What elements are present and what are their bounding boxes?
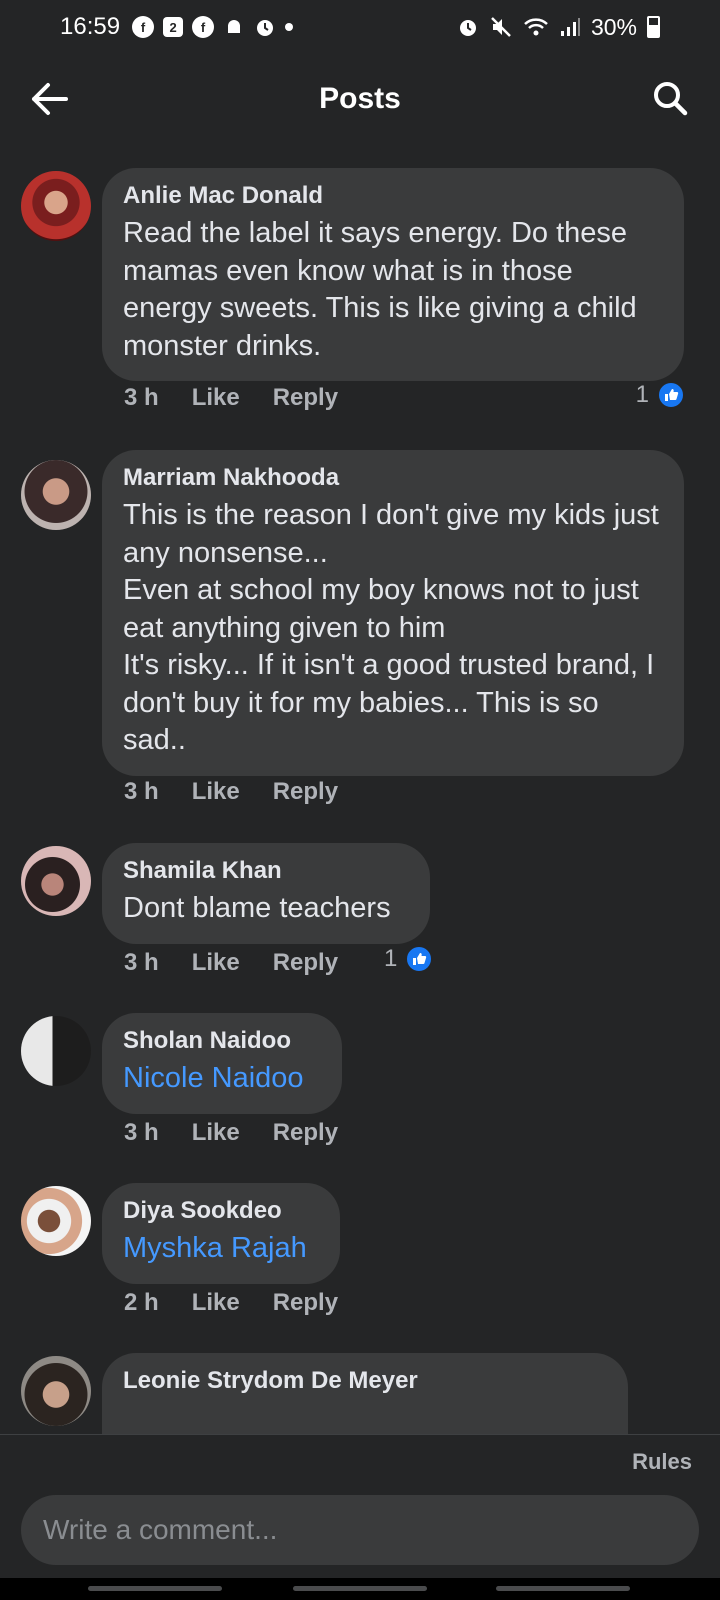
comment-author[interactable]: Diya Sookdeo xyxy=(123,1197,320,1225)
thumbs-up-icon xyxy=(657,381,685,409)
comment-text: Read the label it says energy. Do these … xyxy=(123,217,637,362)
facebook-icon: f xyxy=(192,16,215,38)
avatar[interactable] xyxy=(21,460,91,530)
alarm-icon xyxy=(459,20,476,36)
search-button[interactable] xyxy=(648,76,692,120)
battery-icon xyxy=(647,16,660,38)
comment-bubble[interactable]: Anlie Mac Donald Read the label it says … xyxy=(102,168,684,381)
comment-time: 3 h xyxy=(124,1119,159,1146)
comment-text: This is the reason I don't give my kids … xyxy=(123,499,659,756)
app-header: Posts xyxy=(0,54,720,144)
system-icons: 30% xyxy=(457,14,660,41)
like-button[interactable]: Like xyxy=(192,778,240,806)
comment-actions: 3 h Like Reply xyxy=(124,778,338,806)
notification-icons: f 2 f xyxy=(132,16,294,38)
alarm-icon xyxy=(257,20,274,36)
comment-time: 3 h xyxy=(124,778,159,805)
comment-actions: 3 h Like Reply xyxy=(124,384,338,412)
search-icon xyxy=(654,82,688,116)
like-button[interactable]: Like xyxy=(192,384,240,412)
comment-author[interactable]: Leonie Strydom De Meyer xyxy=(123,1367,608,1395)
reply-button[interactable]: Reply xyxy=(273,778,338,806)
comment-author[interactable]: Shamila Khan xyxy=(123,857,410,885)
nav-back[interactable] xyxy=(496,1586,630,1591)
avatar[interactable] xyxy=(21,1016,91,1086)
page-title: Posts xyxy=(319,82,401,115)
android-icon xyxy=(228,20,241,33)
arrow-left-icon xyxy=(32,83,68,115)
nav-home[interactable] xyxy=(293,1586,427,1591)
reaction-count: 1 xyxy=(635,381,649,408)
calendar-icon: 2 xyxy=(163,17,184,37)
rules-link[interactable]: Rules xyxy=(632,1449,692,1475)
comment-author[interactable]: Anlie Mac Donald xyxy=(123,182,664,210)
status-time: 16:59 xyxy=(60,13,121,40)
comment-bubble[interactable]: Shamila Khan Dont blame teachers xyxy=(102,843,430,944)
tagged-user-link[interactable]: Myshka Rajah xyxy=(123,1230,320,1268)
comment-bubble[interactable]: Sholan Naidoo Nicole Naidoo xyxy=(102,1013,342,1114)
comment-input[interactable] xyxy=(21,1495,699,1565)
like-button[interactable]: Like xyxy=(192,1119,240,1147)
reaction-summary[interactable]: 1 xyxy=(384,945,434,973)
system-nav-bar xyxy=(0,1578,720,1600)
comment-time: 3 h xyxy=(124,384,159,411)
reaction-summary[interactable]: 1 xyxy=(636,381,685,409)
comment-author[interactable]: Marriam Nakhooda xyxy=(123,464,664,492)
comment-bubble[interactable]: Diya Sookdeo Myshka Rajah xyxy=(102,1183,340,1284)
avatar[interactable] xyxy=(21,171,91,241)
signal-icon xyxy=(560,18,580,36)
like-button[interactable]: Like xyxy=(192,949,240,977)
mute-icon xyxy=(491,17,511,37)
reply-button[interactable]: Reply xyxy=(273,1289,338,1317)
avatar[interactable] xyxy=(21,846,91,916)
back-button[interactable] xyxy=(28,78,70,120)
tagged-user-link[interactable]: Nicole Naidoo xyxy=(123,1060,322,1098)
status-bar: 16:59 f 2 f 30% xyxy=(0,0,720,54)
facebook-icon: f xyxy=(132,16,155,38)
avatar[interactable] xyxy=(21,1186,91,1256)
dot-icon xyxy=(285,23,294,31)
comment-text: Dont blame teachers xyxy=(123,892,391,924)
like-button[interactable]: Like xyxy=(192,1289,240,1317)
comment-author[interactable]: Sholan Naidoo xyxy=(123,1027,322,1055)
reply-button[interactable]: Reply xyxy=(273,949,338,977)
nav-recents[interactable] xyxy=(88,1586,222,1591)
comment-actions: 3 h Like Reply xyxy=(124,1119,338,1147)
comment-actions: 2 h Like Reply xyxy=(124,1289,338,1317)
reply-button[interactable]: Reply xyxy=(273,1119,338,1147)
wifi-icon xyxy=(524,18,548,36)
comment-time: 2 h xyxy=(124,1289,159,1316)
comment-actions: 3 h Like Reply xyxy=(124,949,338,977)
comment-time: 3 h xyxy=(124,949,159,976)
battery-percent: 30% xyxy=(590,13,637,40)
reaction-count: 1 xyxy=(384,945,398,972)
reply-button[interactable]: Reply xyxy=(273,384,338,412)
comment-bubble[interactable]: Marriam Nakhooda This is the reason I do… xyxy=(102,450,684,776)
thumbs-up-icon xyxy=(405,945,434,973)
avatar[interactable] xyxy=(21,1356,91,1426)
comment-composer: Rules xyxy=(0,1434,720,1600)
